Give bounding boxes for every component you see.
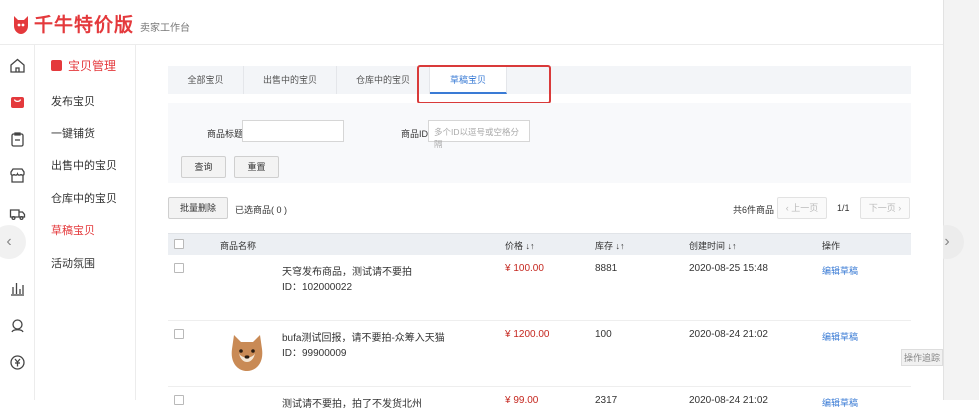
- tab-on-sale[interactable]: 出售中的宝贝: [244, 66, 337, 94]
- product-stock: 100: [595, 329, 612, 340]
- bag-icon: [51, 60, 62, 71]
- header-action: 操作: [822, 241, 841, 251]
- header-stock[interactable]: 库存 ↓↑: [595, 239, 625, 252]
- customer-service-icon[interactable]: [9, 317, 26, 334]
- select-all-checkbox[interactable]: [174, 239, 184, 249]
- product-id: ID：99900009: [282, 348, 347, 359]
- id-input[interactable]: 多个ID以逗号或空格分隔: [428, 120, 530, 149]
- menu-section-title[interactable]: 宝贝管理: [51, 57, 116, 74]
- icon-rail: [0, 45, 35, 400]
- menu-item-warehouse[interactable]: 仓库中的宝贝: [51, 190, 117, 206]
- product-title[interactable]: 天穹发布商品，测试请不要拍: [282, 263, 412, 278]
- chevron-right-icon: ›: [895, 203, 902, 213]
- operation-tracking-tag[interactable]: 操作追踪: [901, 349, 944, 366]
- product-price: ¥ 1200.00: [505, 329, 550, 340]
- filter-panel: 商品标题 商品ID 多个ID以逗号或空格分隔 查询 重置: [168, 103, 911, 183]
- product-created: 2020-08-25 15:48: [689, 263, 768, 274]
- row-checkbox[interactable]: [174, 395, 184, 405]
- bag-icon[interactable]: [9, 93, 26, 110]
- chevron-right-icon: ›: [944, 233, 950, 250]
- title-label: 商品标题: [207, 129, 244, 139]
- query-button[interactable]: 查询: [181, 156, 226, 178]
- product-stock: 2317: [595, 395, 618, 406]
- product-stock: 8881: [595, 263, 618, 274]
- header-price[interactable]: 价格 ↓↑: [505, 239, 535, 252]
- page-indicator: 1/1: [837, 203, 850, 213]
- row-checkbox[interactable]: [174, 329, 184, 339]
- prev-page-button[interactable]: ‹ 上一页: [777, 197, 827, 219]
- prev-page-label: 上一页: [791, 203, 819, 213]
- next-page-label: 下一页: [868, 203, 896, 213]
- chart-icon[interactable]: [9, 280, 26, 297]
- total-count: 共6件商品: [733, 205, 775, 215]
- side-menu: 宝贝管理 发布宝贝 一键铺货 出售中的宝贝 仓库中的宝贝 草稿宝贝 活动氛围: [35, 45, 136, 400]
- title-input[interactable]: [242, 120, 344, 142]
- sort-icon: ↓↑: [525, 241, 535, 251]
- row-checkbox[interactable]: [174, 263, 184, 273]
- header-created[interactable]: 创建时间 ↓↑: [689, 239, 737, 252]
- truck-icon[interactable]: [9, 205, 26, 222]
- menu-item-one-click-distribute[interactable]: 一键铺货: [51, 125, 95, 141]
- main-content: 全部宝贝 出售中的宝贝 仓库中的宝贝 草稿宝贝 商品标题 商品ID 多个ID以逗…: [136, 45, 943, 410]
- menu-item-publish[interactable]: 发布宝贝: [51, 93, 95, 109]
- product-id: ID：102000022: [282, 282, 353, 293]
- brand-subtitle: 卖家工作台: [140, 23, 191, 34]
- right-scroll-strip: [943, 0, 979, 400]
- table-header: 商品名称 价格 ↓↑ 库存 ↓↑ 创建时间 ↓↑ 操作: [168, 233, 911, 255]
- product-title[interactable]: 测试请不要拍，拍了不发货北州: [282, 395, 422, 410]
- table-row: bufa测试回报，请不要拍-众筹入天猫 ID：99900009 ¥ 1200.0…: [168, 321, 911, 387]
- highlight-box: [417, 65, 551, 104]
- product-price: ¥ 100.00: [505, 263, 544, 274]
- table-row: 天穹发布商品，测试请不要拍 ID：102000022 ¥ 100.00 8881…: [168, 255, 911, 321]
- sort-icon: ↓↑: [727, 241, 737, 251]
- clipboard-icon[interactable]: [9, 131, 26, 148]
- edit-draft-link[interactable]: 编辑草稿: [822, 330, 858, 343]
- reset-button[interactable]: 重置: [234, 156, 279, 178]
- selected-count: 已选商品( 0 ): [235, 205, 288, 215]
- menu-item-activity-atmosphere[interactable]: 活动氛围: [51, 255, 95, 271]
- menu-section-label: 宝贝管理: [68, 59, 117, 73]
- yuan-icon[interactable]: [9, 354, 26, 371]
- store-icon[interactable]: [9, 167, 26, 184]
- table-row: 测试请不要拍，拍了不发货北州 ¥ 99.00 2317 2020-08-24 2…: [168, 387, 911, 417]
- brand-name: 千牛特价版: [34, 15, 135, 36]
- menu-item-on-sale[interactable]: 出售中的宝贝: [51, 157, 117, 173]
- brand[interactable]: 千牛特价版 卖家工作台: [11, 10, 190, 37]
- next-page-button[interactable]: 下一页 ›: [860, 197, 910, 219]
- product-thumbnail: [231, 335, 263, 371]
- menu-item-drafts[interactable]: 草稿宝贝: [51, 222, 95, 238]
- product-created: 2020-08-24 21:02: [689, 329, 768, 340]
- sort-icon: ↓↑: [615, 241, 625, 251]
- chevron-left-icon: ‹: [6, 233, 12, 250]
- top-header: 千牛特价版 卖家工作台: [0, 0, 943, 45]
- edit-draft-link[interactable]: 编辑草稿: [822, 264, 858, 277]
- home-icon[interactable]: [9, 57, 26, 74]
- edit-draft-link[interactable]: 编辑草稿: [822, 396, 858, 409]
- product-title[interactable]: bufa测试回报，请不要拍-众筹入天猫: [282, 329, 445, 344]
- qianniu-logo-icon: [14, 15, 28, 34]
- product-price: ¥ 99.00: [505, 395, 539, 406]
- tab-all[interactable]: 全部宝贝: [168, 66, 244, 94]
- product-created: 2020-08-24 21:02: [689, 395, 768, 406]
- bulk-delete-button[interactable]: 批量删除: [168, 197, 228, 219]
- header-name: 商品名称: [220, 241, 257, 251]
- id-label: 商品ID: [401, 129, 429, 139]
